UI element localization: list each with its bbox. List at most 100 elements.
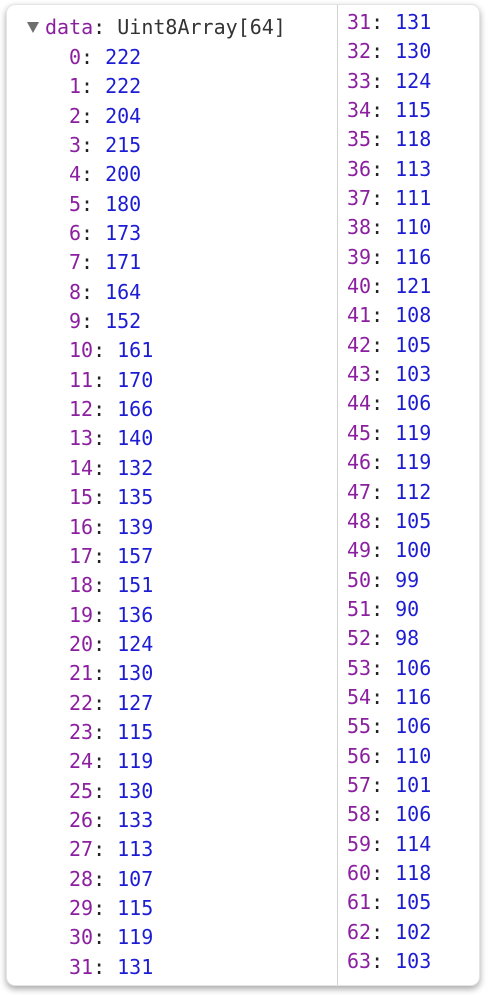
array-entry[interactable]: 10: 161 <box>69 336 153 365</box>
array-entry[interactable]: 22: 127 <box>69 689 153 718</box>
entry-separator: : <box>371 98 384 123</box>
array-entry[interactable]: 25: 130 <box>69 777 153 806</box>
array-entry[interactable]: 13: 140 <box>69 424 153 453</box>
array-entry[interactable]: 49: 100 <box>347 536 431 565</box>
array-entry[interactable]: 38: 110 <box>347 213 431 242</box>
array-entry[interactable]: 37: 111 <box>347 184 431 213</box>
entry-separator: : <box>93 749 106 774</box>
array-entry[interactable]: 31: 131 <box>69 953 153 982</box>
array-entry[interactable]: 52: 98 <box>347 624 431 653</box>
array-entry[interactable]: 15: 135 <box>69 483 153 512</box>
array-entry[interactable]: 55: 106 <box>347 712 431 741</box>
entry-index: 23 <box>69 719 94 744</box>
array-entry[interactable]: 56: 110 <box>347 742 431 771</box>
array-entry[interactable]: 36: 113 <box>347 155 431 184</box>
array-entry[interactable]: 11: 170 <box>69 366 153 395</box>
entry-separator: : <box>93 690 106 715</box>
entry-index: 18 <box>69 573 94 598</box>
array-entry[interactable]: 26: 133 <box>69 806 153 835</box>
entry-separator: : <box>371 714 384 739</box>
entry-index: 58 <box>347 802 372 827</box>
array-entry[interactable]: 39: 116 <box>347 243 431 272</box>
array-entry[interactable]: 57: 101 <box>347 771 431 800</box>
array-entry[interactable]: 19: 136 <box>69 601 153 630</box>
array-entry[interactable]: 45: 119 <box>347 419 431 448</box>
array-entry[interactable]: 1: 222 <box>69 72 153 101</box>
array-entry[interactable]: 46: 119 <box>347 448 431 477</box>
entry-separator: : <box>93 573 106 598</box>
array-entry[interactable]: 33: 124 <box>347 67 431 96</box>
array-entry[interactable]: 59: 114 <box>347 830 431 859</box>
array-entry[interactable]: 27: 113 <box>69 835 153 864</box>
array-entry[interactable]: 62: 102 <box>347 918 431 947</box>
entry-value: 132 <box>117 455 154 480</box>
entry-index: 37 <box>347 186 372 211</box>
array-entry[interactable]: 41: 108 <box>347 301 431 330</box>
entry-value: 116 <box>395 684 432 709</box>
entry-value: 124 <box>117 631 154 656</box>
array-entry[interactable]: 23: 115 <box>69 718 153 747</box>
entry-value: 139 <box>117 514 154 539</box>
entry-index: 21 <box>69 661 94 686</box>
entry-value: 136 <box>117 602 154 627</box>
entry-separator: : <box>93 426 106 451</box>
array-entry[interactable]: 8: 164 <box>69 278 153 307</box>
array-entry[interactable]: 30: 119 <box>69 923 153 952</box>
entry-separator: : <box>371 244 384 269</box>
array-entry[interactable]: 5: 180 <box>69 190 153 219</box>
entry-index: 6 <box>69 221 82 246</box>
array-entry[interactable]: 54: 116 <box>347 683 431 712</box>
array-entry[interactable]: 34: 115 <box>347 96 431 125</box>
array-entry[interactable]: 31: 131 <box>347 8 431 37</box>
array-entry[interactable]: 0: 222 <box>69 43 153 72</box>
array-entry[interactable]: 14: 132 <box>69 454 153 483</box>
array-entry[interactable]: 9: 152 <box>69 307 153 336</box>
array-entry[interactable]: 44: 106 <box>347 389 431 418</box>
array-entries-left: 0: 222 1: 222 2: 204 3: 215 4: 200 5: 180 6: 173 7: 171… <box>69 43 153 982</box>
array-entry[interactable]: 7: 171 <box>69 248 153 277</box>
array-entry[interactable]: 43: 103 <box>347 360 431 389</box>
disclosure-triangle-down-icon[interactable] <box>27 22 39 33</box>
entry-index: 46 <box>347 450 372 475</box>
entry-separator: : <box>371 10 384 34</box>
array-entry[interactable]: 47: 112 <box>347 478 431 507</box>
array-entry[interactable]: 2: 204 <box>69 102 153 131</box>
array-entry[interactable]: 3: 215 <box>69 131 153 160</box>
array-entry[interactable]: 50: 99 <box>347 566 431 595</box>
array-entry[interactable]: 6: 173 <box>69 219 153 248</box>
entry-value: 98 <box>395 626 420 651</box>
entry-index: 59 <box>347 831 372 856</box>
entry-index: 17 <box>69 543 94 568</box>
entry-separator: : <box>371 831 384 856</box>
array-entry[interactable]: 32: 130 <box>347 37 431 66</box>
array-entry[interactable]: 53: 106 <box>347 654 431 683</box>
entry-separator: : <box>371 479 384 504</box>
column-divider <box>337 5 338 985</box>
array-entry[interactable]: 28: 107 <box>69 865 153 894</box>
entry-value: 110 <box>395 215 432 240</box>
entry-index: 48 <box>347 508 372 533</box>
entry-index: 52 <box>347 626 372 651</box>
array-entry[interactable]: 21: 130 <box>69 659 153 688</box>
array-entry[interactable]: 18: 151 <box>69 571 153 600</box>
array-entry[interactable]: 63: 103 <box>347 947 431 976</box>
array-entry[interactable]: 29: 115 <box>69 894 153 923</box>
array-entry[interactable]: 61: 105 <box>347 888 431 917</box>
entry-separator: : <box>371 772 384 797</box>
array-entry[interactable]: 58: 106 <box>347 800 431 829</box>
array-entry[interactable]: 40: 121 <box>347 272 431 301</box>
data-property-header[interactable]: data: Uint8Array[64] <box>27 13 286 41</box>
array-entry[interactable]: 20: 124 <box>69 630 153 659</box>
array-entry[interactable]: 48: 105 <box>347 507 431 536</box>
array-entry[interactable]: 4: 200 <box>69 160 153 189</box>
array-entry[interactable]: 16: 139 <box>69 513 153 542</box>
array-entry[interactable]: 60: 118 <box>347 859 431 888</box>
entry-index: 28 <box>69 866 94 891</box>
array-entry[interactable]: 35: 118 <box>347 125 431 154</box>
array-entry[interactable]: 42: 105 <box>347 331 431 360</box>
array-entry[interactable]: 51: 90 <box>347 595 431 624</box>
array-entry[interactable]: 12: 166 <box>69 395 153 424</box>
array-entry[interactable]: 24: 119 <box>69 747 153 776</box>
array-entry[interactable]: 17: 157 <box>69 542 153 571</box>
entry-index: 24 <box>69 749 94 774</box>
